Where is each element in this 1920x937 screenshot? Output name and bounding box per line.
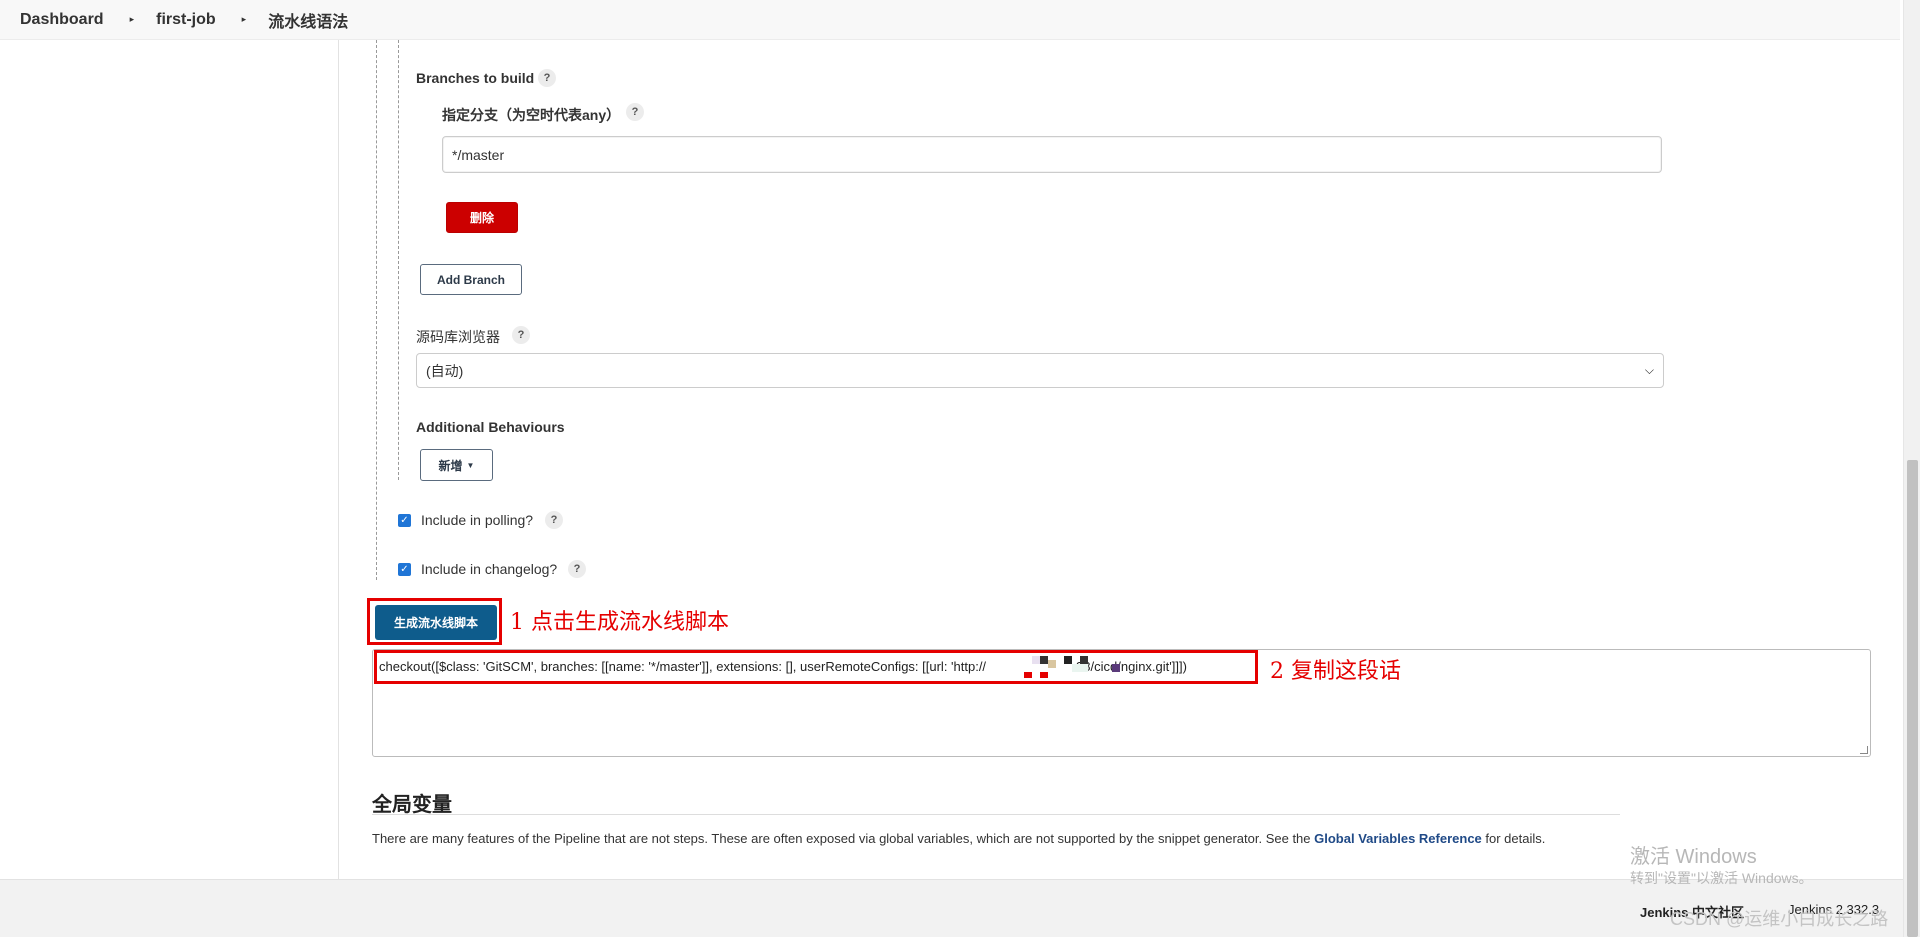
resize-grip-icon[interactable] bbox=[1860, 746, 1868, 754]
breadcrumb-pipeline-syntax[interactable]: 流水线语法 bbox=[268, 8, 348, 32]
section-guide-outer bbox=[376, 40, 377, 580]
breadcrumb-first-job[interactable]: first-job bbox=[156, 11, 216, 29]
global-variables-text-end: for details. bbox=[1481, 831, 1546, 846]
section-guide-inner bbox=[398, 40, 399, 480]
annotation-step-2: 2 复制这段话 bbox=[1270, 659, 1401, 684]
branches-to-build-label: Branches to build bbox=[416, 70, 535, 86]
breadcrumb-bar: Dashboard ▸ first-job ▸ 流水线语法 bbox=[0, 0, 1900, 40]
add-branch-button[interactable]: Add Branch bbox=[420, 264, 522, 295]
side-panel bbox=[0, 40, 339, 879]
global-variables-heading: 全局变量 bbox=[372, 794, 452, 816]
help-icon[interactable]: ? bbox=[538, 69, 556, 87]
additional-behaviours-label: Additional Behaviours bbox=[416, 419, 565, 435]
repository-browser-select[interactable]: (自动) ⌵ bbox=[416, 353, 1664, 388]
repository-browser-label: 源码库浏览器 bbox=[416, 329, 500, 345]
highlight-box-snippet bbox=[374, 650, 1258, 684]
include-in-polling-checkbox[interactable]: ✓ bbox=[398, 514, 411, 527]
repository-browser-selected: (自动) bbox=[426, 362, 464, 379]
page-footer: Jenkins 中文社区 Jenkins 2.332.3 bbox=[0, 879, 1903, 937]
include-in-polling-label: Include in polling? bbox=[421, 512, 534, 528]
breadcrumb-dashboard[interactable]: Dashboard bbox=[20, 11, 104, 29]
page-scrollbar[interactable] bbox=[1903, 0, 1920, 937]
scrollbar-thumb[interactable] bbox=[1907, 460, 1918, 937]
branch-specifier-label: 指定分支（为空时代表any） bbox=[442, 107, 621, 123]
chevron-right-icon[interactable]: ▸ bbox=[130, 14, 135, 25]
generate-pipeline-script-button[interactable]: 生成流水线脚本 bbox=[375, 605, 497, 640]
csdn-watermark: CSDN @运维小白成长之路 bbox=[1670, 909, 1889, 929]
chevron-down-icon: ⌵ bbox=[1644, 363, 1654, 377]
windows-activation-title: 激活 Windows bbox=[1630, 846, 1757, 868]
global-variables-text: There are many features of the Pipeline … bbox=[372, 831, 1315, 846]
chevron-right-icon[interactable]: ▸ bbox=[242, 14, 247, 25]
help-icon[interactable]: ? bbox=[626, 103, 644, 121]
global-variables-reference-link[interactable]: Global Variables Reference bbox=[1314, 831, 1482, 846]
help-icon[interactable]: ? bbox=[512, 326, 530, 344]
add-behaviour-dropdown[interactable]: 新增 ▼ bbox=[420, 449, 493, 481]
add-behaviour-label: 新增 bbox=[438, 458, 463, 473]
help-icon[interactable]: ? bbox=[568, 560, 586, 578]
branch-specifier-input[interactable]: */master bbox=[442, 136, 1662, 173]
heading-divider bbox=[372, 814, 1620, 815]
include-in-changelog-label: Include in changelog? bbox=[421, 561, 558, 577]
help-icon[interactable]: ? bbox=[545, 511, 563, 529]
include-in-changelog-checkbox[interactable]: ✓ bbox=[398, 563, 411, 576]
annotation-step-1: 1 点击生成流水线脚本 bbox=[510, 610, 729, 635]
caret-down-icon: ▼ bbox=[466, 460, 475, 470]
windows-activation-hint: 转到"设置"以激活 Windows。 bbox=[1630, 870, 1813, 886]
delete-branch-button[interactable]: 删除 bbox=[446, 202, 518, 233]
global-variables-description: There are many features of the Pipeline … bbox=[372, 831, 1545, 846]
